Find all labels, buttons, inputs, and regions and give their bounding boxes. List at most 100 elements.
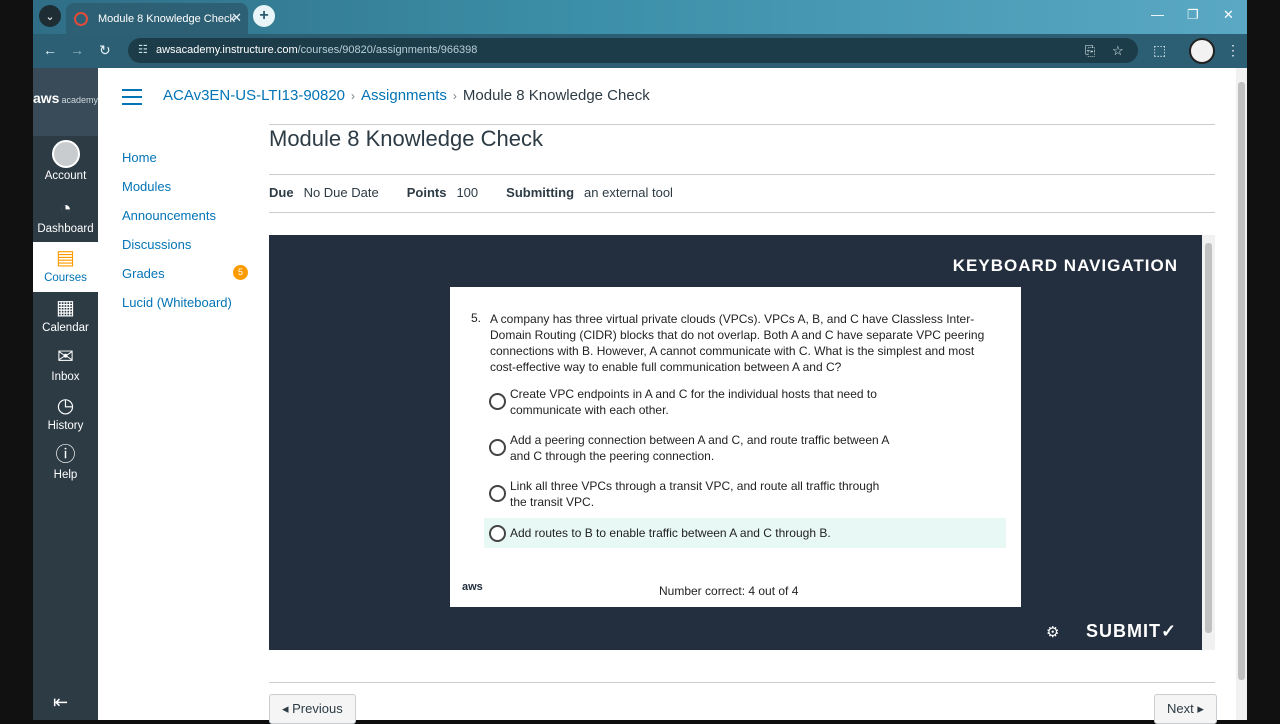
answer-option-3[interactable]: Link all three VPCs through a transit VP…	[484, 478, 1006, 509]
score-text: Number correct: 4 out of 4	[659, 584, 799, 598]
logo-subtext: academy	[61, 95, 98, 105]
points-value: 100	[456, 185, 479, 200]
dashboard-icon: ◔	[59, 198, 72, 220]
settings-gear-icon[interactable]: ⚙	[1046, 623, 1059, 641]
submitting-label: Submitting	[506, 185, 575, 200]
course-nav-announcements[interactable]: Announcements	[122, 208, 216, 223]
nav-courses[interactable]: ▤ Courses	[33, 242, 98, 292]
nav-help[interactable]: ⓘ Help	[33, 443, 98, 493]
breadcrumb-current: Module 8 Knowledge Check	[462, 87, 650, 104]
course-nav-home[interactable]: Home	[122, 150, 157, 165]
answer-option-2[interactable]: Add a peering connection between A and C…	[484, 432, 1006, 463]
breadcrumb-course-link[interactable]: ACAv3EN-US-LTI13-90820	[163, 87, 345, 104]
submit-button[interactable]: SUBMIT✓	[1086, 621, 1177, 642]
install-app-icon[interactable]: ⎘	[1085, 43, 1095, 59]
submitting-value: an external tool	[584, 185, 673, 200]
restore-icon[interactable]: ❐	[1187, 7, 1199, 23]
extensions-icon[interactable]: ⬚	[1153, 42, 1166, 59]
breadcrumb-separator-icon: ›	[452, 89, 457, 103]
nav-account-label: Account	[44, 170, 87, 182]
due-label: Due	[269, 185, 294, 200]
browser-toolbar: ← → ↻ ☷ awsacademy.instructure.com/cours…	[33, 34, 1247, 68]
aws-academy-logo[interactable]: aws academy	[33, 68, 98, 136]
radio-button[interactable]	[489, 393, 506, 410]
calendar-icon: ▦	[56, 297, 75, 319]
page-scrollbar[interactable]	[1236, 68, 1247, 720]
answer-option-label: Link all three VPCs through a transit VP…	[510, 479, 880, 509]
tab-close-icon[interactable]: ✕	[231, 10, 242, 26]
address-bar[interactable]: ☷ awsacademy.instructure.com/courses/908…	[128, 38, 1138, 63]
reload-icon[interactable]: ↻	[99, 42, 111, 59]
tab-search-icon[interactable]: ⌄	[39, 5, 61, 27]
external-tool-frame: KEYBOARD NAVIGATION 5. A company has thr…	[269, 235, 1202, 650]
grades-count-badge: 5	[233, 265, 248, 280]
close-window-icon[interactable]: ✕	[1223, 7, 1234, 23]
footer-divider	[269, 682, 1215, 683]
minimize-icon[interactable]: —	[1151, 7, 1164, 22]
breadcrumb-assignments-link[interactable]: Assignments	[361, 87, 447, 104]
page-title: Module 8 Knowledge Check	[269, 126, 543, 151]
nav-calendar[interactable]: ▦ Calendar	[33, 296, 98, 346]
details-divider	[269, 212, 1215, 213]
radio-button[interactable]	[489, 485, 506, 502]
history-icon: ◷	[56, 395, 75, 417]
tab-title: Module 8 Knowledge Check	[98, 12, 235, 25]
page-scrollbar-thumb[interactable]	[1238, 82, 1245, 680]
nav-inbox-label: Inbox	[51, 371, 80, 383]
assignment-details: Due No Due Date Points 100 Submitting an exte…	[269, 185, 673, 200]
logo-text: aws	[33, 90, 60, 106]
answer-option-label: Add a peering connection between A and C…	[510, 433, 889, 463]
nav-courses-label: Courses	[44, 272, 87, 284]
nav-history[interactable]: ◷ History	[33, 394, 98, 444]
keyboard-navigation-button[interactable]: KEYBOARD NAVIGATION	[953, 256, 1178, 276]
points-label: Points	[406, 185, 447, 200]
course-nav-lucid[interactable]: Lucid (Whiteboard)	[122, 295, 232, 310]
nav-inbox[interactable]: ✉ Inbox	[33, 345, 98, 395]
browser-menu-icon[interactable]: ⋮	[1226, 42, 1240, 59]
screen-border-right	[1247, 0, 1280, 720]
question-card: 5. A company has three virtual private c…	[450, 287, 1021, 607]
due-value: No Due Date	[303, 185, 379, 200]
tool-scrollbar-thumb[interactable]	[1205, 243, 1212, 633]
title-divider	[269, 174, 1215, 175]
account-icon	[51, 140, 80, 168]
favicon-icon	[74, 11, 88, 26]
global-navigation: aws academy Account ◔ Dashboard ▤ Courses…	[33, 68, 98, 720]
forward-icon[interactable]: →	[70, 42, 84, 58]
nav-calendar-label: Calendar	[42, 322, 89, 334]
answer-option-label: Add routes to B to enable traffic betwee…	[510, 526, 831, 540]
course-nav-discussions[interactable]: Discussions	[122, 237, 191, 252]
browser-tab[interactable]: Module 8 Knowledge Check ✕	[66, 3, 248, 34]
aws-logo: aws	[462, 581, 483, 593]
tool-scrollbar[interactable]	[1202, 235, 1215, 650]
collapse-nav-icon[interactable]: ⇤	[53, 692, 68, 713]
bookmark-star-icon[interactable]: ☆	[1112, 43, 1124, 59]
hamburger-menu-icon[interactable]	[122, 89, 142, 110]
answer-option-1[interactable]: Create VPC endpoints in A and C for the …	[484, 386, 1006, 417]
nav-dashboard-label: Dashboard	[37, 223, 94, 235]
course-nav-modules[interactable]: Modules	[122, 179, 171, 194]
question-text: A company has three virtual private clou…	[490, 312, 985, 374]
course-nav-grades[interactable]: Grades 5	[122, 265, 252, 281]
breadcrumb-separator-icon: ›	[351, 89, 356, 103]
page: aws academy Account ◔ Dashboard ▤ Courses…	[33, 68, 1247, 724]
question-number: 5.	[471, 311, 482, 325]
site-info-icon[interactable]: ☷	[138, 43, 148, 56]
inbox-icon: ✉	[57, 346, 74, 368]
courses-icon: ▤	[56, 247, 75, 269]
answer-option-label: Create VPC endpoints in A and C for the …	[510, 387, 877, 417]
browser-tab-bar: ⌄ Module 8 Knowledge Check ✕ + — ❐ ✕	[33, 0, 1247, 34]
new-tab-button[interactable]: +	[253, 5, 275, 27]
back-icon[interactable]: ←	[43, 42, 57, 58]
radio-button[interactable]	[489, 439, 506, 456]
nav-account[interactable]: Account	[33, 140, 98, 190]
answer-option-4[interactable]: Add routes to B to enable traffic betwee…	[484, 518, 1006, 548]
course-nav-grades-label: Grades	[122, 266, 165, 281]
breadcrumb: ACAv3EN-US-LTI13-90820 › Assignments › Modul…	[163, 87, 650, 104]
profile-avatar[interactable]	[1189, 38, 1215, 64]
nav-help-label: Help	[53, 469, 78, 481]
screen-border-left	[0, 0, 33, 720]
radio-button[interactable]	[489, 525, 506, 542]
breadcrumb-divider	[269, 124, 1215, 125]
nav-dashboard[interactable]: ◔ Dashboard	[33, 197, 98, 247]
